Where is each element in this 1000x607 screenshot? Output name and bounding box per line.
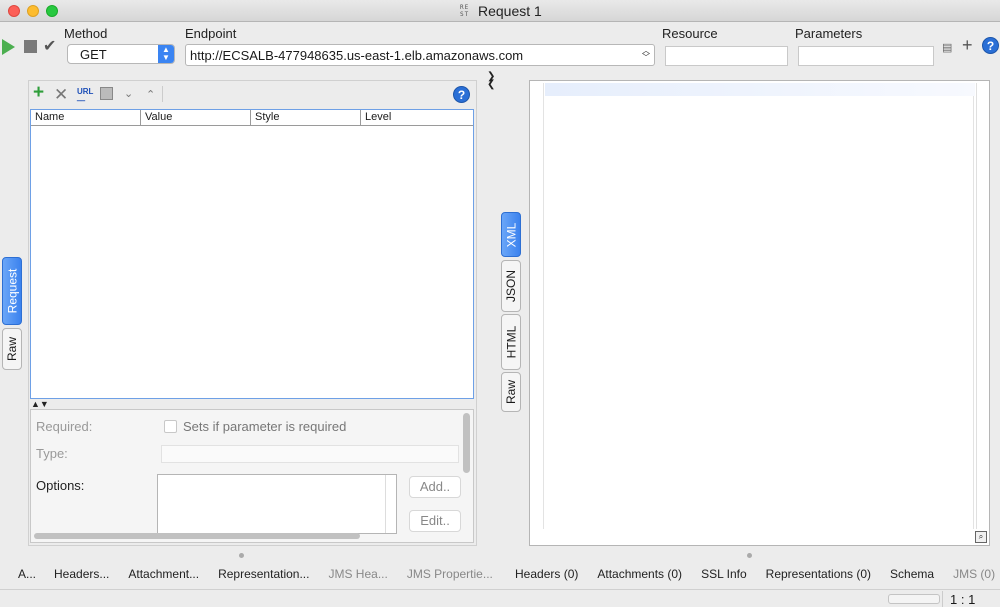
copy-url-icon[interactable]: ▤	[942, 41, 952, 54]
status-bar: 1 : 1	[0, 589, 1000, 607]
tab-request-attachments[interactable]: Attachment...	[128, 567, 199, 581]
tab-request-headers[interactable]: Headers...	[54, 567, 109, 581]
parameters-label: Parameters	[795, 26, 863, 41]
required-checkbox-label: Sets if parameter is required	[183, 419, 347, 434]
request-resize-grip[interactable]	[239, 553, 244, 558]
add-icon[interactable]: +	[962, 35, 973, 56]
tab-json[interactable]: JSON	[501, 260, 521, 312]
response-panel: ⌕	[529, 80, 990, 546]
close-window-button[interactable]	[8, 5, 20, 17]
chevron-updown-icon: ▲ ▼	[158, 45, 174, 63]
minimize-window-button[interactable]	[27, 5, 39, 17]
detail-vertical-scrollbar[interactable]	[463, 413, 470, 473]
options-label: Options:	[36, 478, 85, 493]
tab-jms-properties[interactable]: JMS Propertie...	[407, 567, 493, 581]
endpoint-input[interactable]: http://ECSALB-477948635.us-east-1.elb.am…	[185, 44, 655, 66]
add-param-icon[interactable]: +	[33, 82, 44, 104]
zoom-window-button[interactable]	[46, 5, 58, 17]
move-down-icon[interactable]: ⌄	[124, 87, 133, 100]
play-icon[interactable]	[2, 39, 15, 55]
check-icon[interactable]: ✔	[43, 36, 56, 56]
search-icon[interactable]: ⌕	[975, 531, 987, 543]
tab-schema[interactable]: Schema	[890, 567, 934, 581]
type-label: Type:	[36, 446, 68, 461]
param-detail-panel: Required: Sets if parameter is required …	[30, 409, 474, 543]
column-header-style[interactable]: Style	[251, 110, 361, 125]
tab-response-headers[interactable]: Headers (0)	[515, 567, 578, 581]
response-editor[interactable]	[543, 83, 975, 529]
request-panel: + ✕ URL ⎯⎯ ⌄ ⌃ ? Name Value Style Level ▲…	[28, 80, 477, 546]
tab-response-representations[interactable]: Representations (0)	[766, 567, 871, 581]
tab-html[interactable]: HTML	[501, 314, 521, 370]
response-bottom-tabs: Headers (0) Attachments (0) SSL Info Rep…	[515, 560, 995, 588]
response-scrollbar[interactable]	[976, 83, 977, 529]
move-up-icon[interactable]: ⌃	[146, 88, 155, 101]
status-divider	[942, 591, 943, 607]
required-label: Required:	[36, 419, 93, 434]
tab-jms-headers[interactable]: JMS Hea...	[328, 567, 387, 581]
resource-input[interactable]	[665, 46, 788, 66]
copy-icon[interactable]	[100, 87, 113, 100]
parameters-input[interactable]	[798, 46, 934, 66]
tab-ssl-info[interactable]: SSL Info	[701, 567, 747, 581]
tab-request-representations[interactable]: Representation...	[218, 567, 309, 581]
method-value: GET	[80, 47, 107, 62]
window-title: Request 1	[478, 3, 542, 19]
delete-param-icon[interactable]: ✕	[54, 85, 68, 105]
column-header-level[interactable]: Level	[361, 110, 473, 125]
request-toolbar: ✔ Method GET ▲ ▼ Endpoint http://ECSALB-4…	[0, 23, 1000, 71]
detail-horizontal-scrollbar[interactable]	[34, 533, 360, 539]
window-titlebar: RE ST Request 1	[0, 0, 1000, 22]
rest-icon: RE ST	[460, 4, 470, 18]
url-icon[interactable]: URL ⎯⎯	[77, 87, 93, 106]
response-resize-grip[interactable]	[747, 553, 752, 558]
tab-raw-request[interactable]: Raw	[2, 328, 22, 370]
column-header-name[interactable]: Name	[31, 110, 141, 125]
help-icon[interactable]: ?	[982, 37, 999, 54]
splitter-arrows-icon[interactable]: ▲▼	[31, 399, 49, 409]
panel-splitter-icon[interactable]: ❯ ❮	[487, 72, 495, 90]
tab-response-attachments[interactable]: Attachments (0)	[597, 567, 682, 581]
method-select[interactable]: GET ▲ ▼	[67, 44, 175, 64]
endpoint-label: Endpoint	[185, 26, 237, 41]
params-table[interactable]: Name Value Style Level	[30, 109, 474, 399]
tab-raw-response[interactable]: Raw	[501, 372, 521, 412]
endpoint-value: http://ECSALB-477948635.us-east-1.elb.am…	[190, 48, 524, 63]
options-scrollbar	[385, 475, 386, 533]
type-input[interactable]	[161, 445, 459, 463]
tab-request[interactable]: Request	[2, 257, 22, 325]
tab-auth[interactable]: A...	[18, 567, 36, 581]
tab-xml[interactable]: XML	[501, 212, 521, 257]
help-icon[interactable]: ?	[453, 86, 470, 103]
options-list[interactable]	[157, 474, 397, 534]
required-checkbox[interactable]	[164, 420, 177, 433]
toolbar-divider	[162, 86, 163, 102]
edit-option-button[interactable]: Edit..	[409, 510, 461, 532]
stop-icon[interactable]	[24, 40, 37, 53]
current-line-highlight	[545, 83, 975, 96]
request-bottom-tabs: A... Headers... Attachment... Representa…	[18, 560, 493, 588]
add-option-button[interactable]: Add..	[409, 476, 461, 498]
params-toolbar: + ✕ URL ⎯⎯ ⌄ ⌃ ?	[29, 81, 476, 109]
chevron-updown-icon: ︿ ﹀	[642, 46, 650, 62]
tab-jms[interactable]: JMS (0)	[953, 567, 995, 581]
method-label: Method	[64, 26, 108, 41]
resource-label: Resource	[662, 26, 718, 41]
status-slider[interactable]	[888, 594, 940, 604]
cursor-position: 1 : 1	[950, 592, 976, 607]
column-header-value[interactable]: Value	[141, 110, 251, 125]
params-table-header: Name Value Style Level	[31, 110, 473, 126]
